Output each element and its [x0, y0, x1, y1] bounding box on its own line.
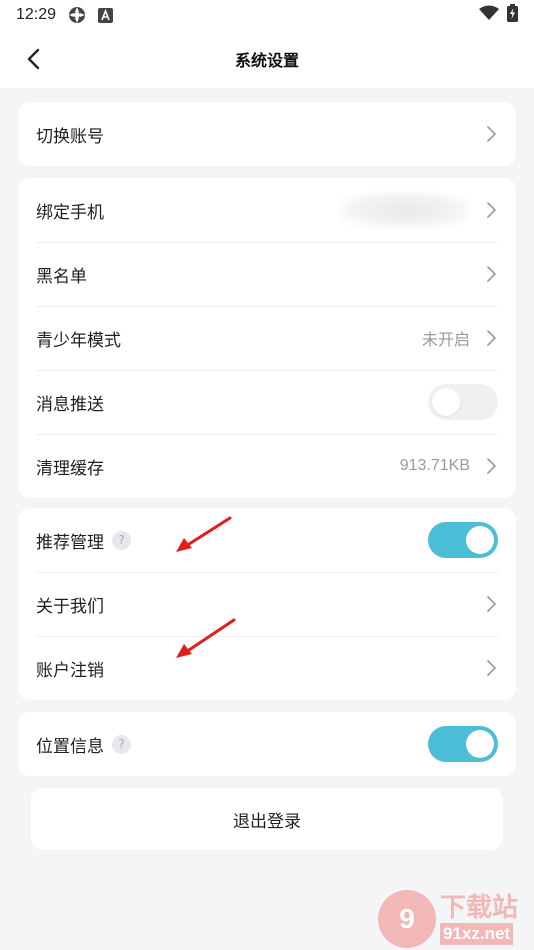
- phone-number-redacted: [340, 192, 470, 228]
- teen-mode-label: 青少年模式: [36, 330, 121, 351]
- sync-status-icon: [68, 6, 86, 24]
- chevron-right-icon: [484, 125, 498, 143]
- chevron-right-icon: [484, 329, 498, 347]
- bind-phone-label: 绑定手机: [36, 202, 104, 223]
- toggle-knob: [466, 730, 494, 758]
- help-icon[interactable]: ?: [112, 734, 131, 754]
- watermark-url: 91xz.net: [440, 923, 514, 945]
- management-card: 推荐管理 ? 关于我们 账户注销: [18, 508, 516, 700]
- site-watermark: 9 下载站 91xz.net: [378, 888, 534, 950]
- chevron-right-icon: [484, 457, 498, 475]
- location-toggle[interactable]: [428, 726, 498, 762]
- navigation-bar: 系统设置: [0, 30, 534, 88]
- location-card: 位置信息 ?: [18, 712, 516, 776]
- recommend-management-label: 推荐管理: [36, 532, 104, 553]
- switch-account-label: 切换账号: [36, 126, 104, 147]
- chevron-right-icon: [484, 201, 498, 219]
- a-notification-icon: [98, 7, 114, 23]
- chevron-right-icon: [484, 659, 498, 677]
- watermark-logo: 9: [378, 890, 436, 948]
- location-label: 位置信息: [36, 736, 104, 757]
- logout-button[interactable]: 退出登录: [31, 788, 503, 850]
- annotation-arrow-icon: [176, 516, 232, 552]
- chevron-right-icon: [484, 595, 498, 613]
- location-row: 位置信息 ?: [18, 712, 516, 776]
- recommend-management-toggle[interactable]: [428, 522, 498, 558]
- clear-cache-row[interactable]: 清理缓存 913.71KB: [18, 434, 516, 498]
- cache-size-value: 913.71KB: [399, 457, 470, 474]
- push-notification-label: 消息推送: [36, 394, 104, 415]
- toggle-knob: [466, 526, 494, 554]
- push-notification-toggle[interactable]: [428, 384, 498, 420]
- about-us-label: 关于我们: [36, 596, 104, 617]
- push-notification-row: 消息推送: [18, 370, 516, 434]
- battery-icon: [507, 4, 518, 26]
- teen-mode-row[interactable]: 青少年模式 未开启: [18, 306, 516, 370]
- chevron-left-icon: [27, 48, 40, 70]
- page-title: 系统设置: [234, 51, 299, 70]
- teen-mode-status: 未开启: [421, 332, 470, 349]
- chevron-right-icon: [484, 265, 498, 283]
- recommend-management-row: 推荐管理 ?: [18, 508, 516, 572]
- switch-account-row[interactable]: 切换账号: [18, 102, 516, 166]
- delete-account-row[interactable]: 账户注销: [18, 636, 516, 700]
- delete-account-label: 账户注销: [36, 660, 104, 681]
- account-card: 切换账号: [18, 102, 516, 166]
- annotation-arrow-icon: [176, 618, 236, 658]
- watermark-title: 下载站: [440, 893, 519, 923]
- blacklist-row[interactable]: 黑名单: [18, 242, 516, 306]
- blacklist-label: 黑名单: [36, 266, 87, 287]
- toggle-knob: [432, 388, 460, 416]
- general-settings-card: 绑定手机 黑名单 青少年模式 未开启 消息推送 清理缓存 913.71KB: [18, 178, 516, 498]
- clear-cache-label: 清理缓存: [36, 458, 104, 479]
- status-bar: 12:29: [0, 0, 534, 30]
- status-time: 12:29: [16, 6, 57, 23]
- back-button[interactable]: [18, 44, 48, 74]
- about-us-row[interactable]: 关于我们: [18, 572, 516, 636]
- wifi-icon: [479, 5, 499, 25]
- bind-phone-row[interactable]: 绑定手机: [18, 178, 516, 242]
- help-icon[interactable]: ?: [112, 530, 131, 550]
